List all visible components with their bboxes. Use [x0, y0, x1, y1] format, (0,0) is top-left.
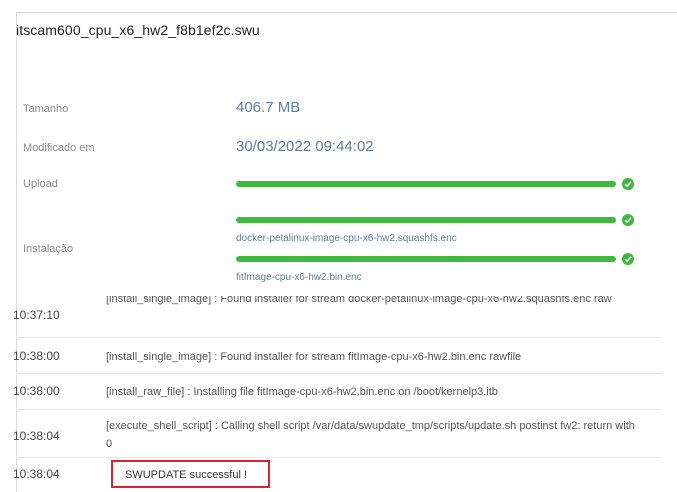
log-time: 10:38:00 — [13, 384, 60, 398]
size-value: 406.7 MB — [236, 99, 301, 116]
install-progress-1 — [236, 214, 636, 226]
log-time: 10:38:00 — [13, 349, 60, 363]
install-1-complete-check-icon — [622, 214, 634, 226]
upload-complete-check-icon — [622, 178, 634, 190]
log-message: [execute_shell_script] : Calling shell s… — [106, 420, 635, 450]
log-divider — [16, 457, 661, 458]
upload-label: Upload — [23, 178, 58, 190]
success-highlight-box — [111, 460, 270, 488]
file-name-title: itscam600_cpu_x6_hw2_f8b1ef2c.swu — [16, 22, 260, 38]
log-time: 10:37:10 — [13, 308, 60, 322]
install-progress-1-fill — [236, 217, 616, 223]
log-divider — [16, 409, 661, 410]
install-progress-2 — [236, 253, 636, 265]
install-item-1-name: docker-petalinux-image-cpu-x6-hw2.squash… — [236, 233, 457, 244]
install-2-complete-check-icon — [622, 253, 634, 265]
log-time: 10:38:04 — [13, 429, 60, 443]
size-label: Tamanho — [23, 103, 69, 115]
modified-label: Modificado em — [23, 142, 95, 154]
upload-progress-fill — [236, 181, 616, 187]
upload-progress — [236, 178, 636, 190]
install-item-2-name: fitImage-cpu-x6-hw2.bin.enc — [236, 272, 362, 283]
modified-value: 30/03/2022 09:44:02 — [236, 138, 374, 155]
log-time: 10:38:04 — [13, 467, 60, 481]
log-divider — [16, 373, 661, 374]
install-progress-2-fill — [236, 256, 616, 262]
log-divider — [16, 337, 661, 338]
install-label: Instalação — [23, 243, 74, 255]
log-message: [install_single_image] : Found installer… — [106, 351, 522, 363]
log-message: [install_raw_file] : Installing file fit… — [106, 386, 498, 398]
